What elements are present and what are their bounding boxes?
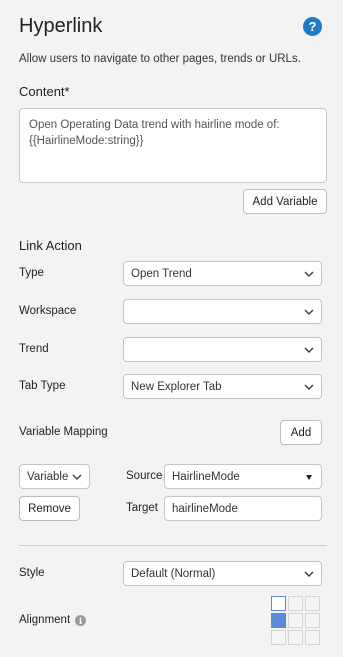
align-middle-left[interactable] (271, 613, 286, 628)
remove-mapping-button[interactable]: Remove (19, 496, 80, 521)
type-select-value: Open Trend (131, 267, 192, 280)
info-icon[interactable]: i (75, 615, 86, 626)
add-mapping-button[interactable]: Add (280, 420, 322, 445)
style-label: Style (19, 567, 45, 579)
question-circle-icon[interactable]: ? (303, 17, 322, 36)
chevron-down-icon (72, 474, 82, 481)
mapping-kind-value: Variable (27, 470, 69, 483)
trend-select[interactable] (123, 337, 322, 362)
style-select[interactable]: Default (Normal) (123, 561, 322, 586)
chevron-down-icon (304, 271, 314, 278)
align-bottom-right[interactable] (305, 630, 320, 645)
source-select[interactable]: HairlineMode (164, 464, 322, 489)
mapping-kind-select[interactable]: Variable (19, 464, 90, 489)
alignment-label: Alignment (19, 614, 71, 626)
workspace-label: Workspace (19, 305, 77, 317)
tab-type-label: Tab Type (19, 380, 66, 392)
content-label: Content* (19, 84, 70, 99)
style-select-value: Default (Normal) (131, 567, 216, 580)
panel-description: Allow users to navigate to other pages, … (19, 53, 301, 65)
type-select[interactable]: Open Trend (123, 261, 322, 286)
content-textarea[interactable]: Open Operating Data trend with hairline … (19, 108, 327, 183)
type-label: Type (19, 267, 44, 279)
target-input-value: hairlineMode (172, 502, 238, 515)
chevron-down-icon (304, 384, 314, 391)
target-label: Target (126, 502, 158, 514)
align-top-right[interactable] (305, 596, 320, 611)
alignment-grid (271, 596, 323, 645)
divider (19, 545, 327, 546)
add-variable-button[interactable]: Add Variable (243, 189, 327, 214)
chevron-down-icon (304, 347, 314, 354)
align-middle-right[interactable] (305, 613, 320, 628)
source-label: Source (126, 470, 163, 482)
align-bottom-left[interactable] (271, 630, 286, 645)
align-middle-center[interactable] (288, 613, 303, 628)
align-bottom-center[interactable] (288, 630, 303, 645)
trend-label: Trend (19, 343, 49, 355)
target-input[interactable]: hairlineMode (164, 496, 322, 521)
caret-down-icon (306, 475, 312, 480)
chevron-down-icon (304, 571, 314, 578)
tab-type-select[interactable]: New Explorer Tab (123, 374, 322, 399)
content-line-1: Open Operating Data trend with hairline … (29, 119, 280, 131)
content-line-2: {{HairlineMode:string}} (29, 135, 144, 147)
source-select-value: HairlineMode (172, 470, 240, 483)
variable-mapping-label: Variable Mapping (19, 426, 108, 438)
tab-type-select-value: New Explorer Tab (131, 380, 222, 393)
link-action-heading: Link Action (19, 238, 82, 253)
align-top-left[interactable] (271, 596, 286, 611)
align-top-center[interactable] (288, 596, 303, 611)
workspace-select[interactable] (123, 299, 322, 324)
panel-title: Hyperlink (19, 15, 103, 37)
chevron-down-icon (304, 309, 314, 316)
